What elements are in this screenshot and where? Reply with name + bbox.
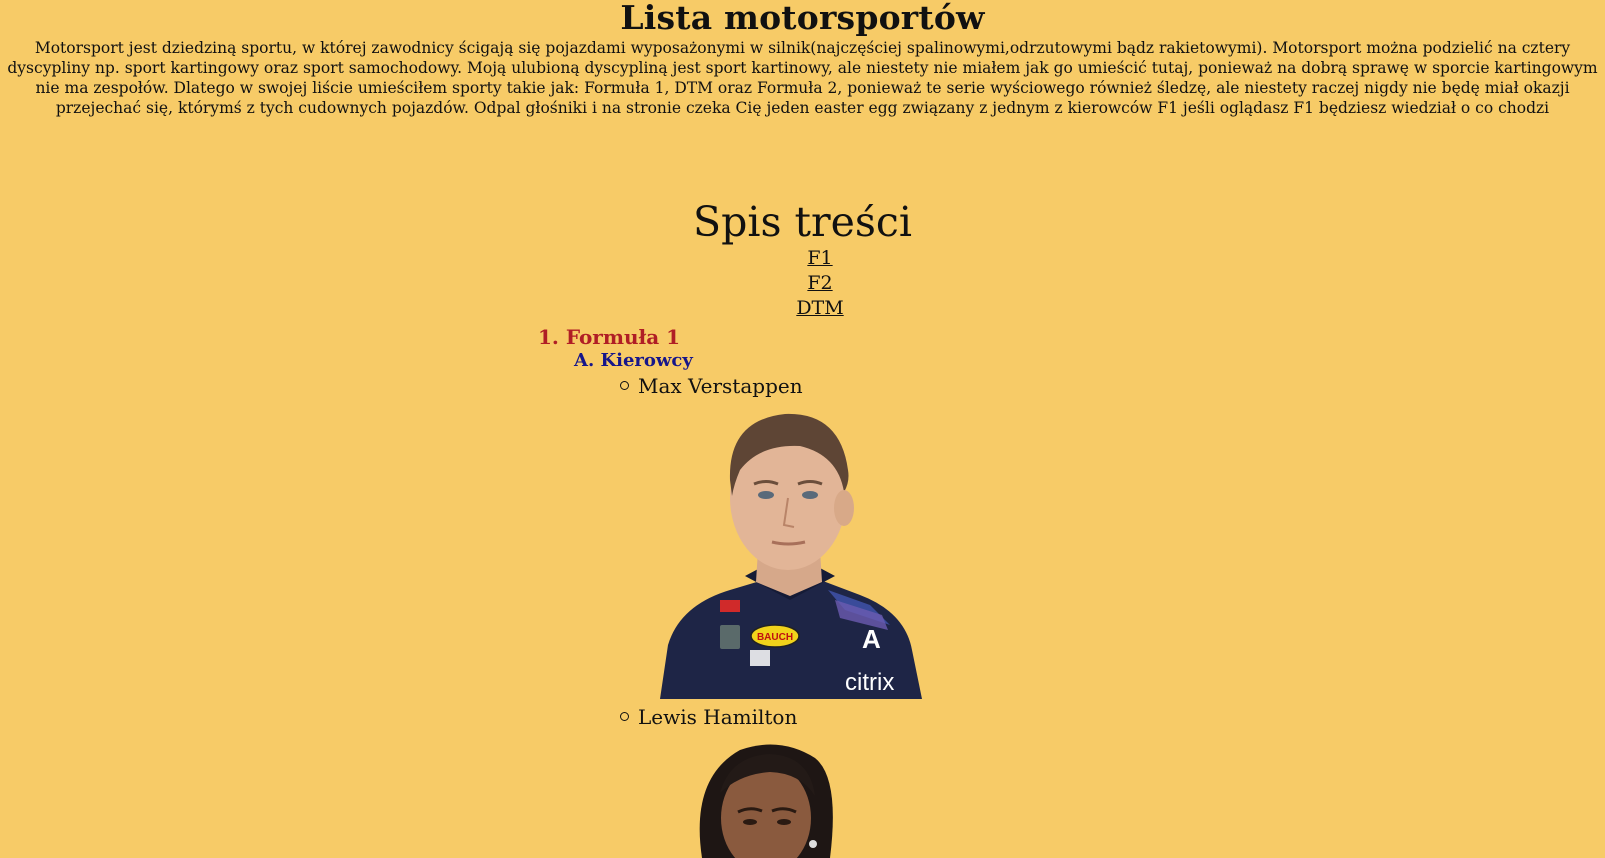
driver-photo-hamilton	[680, 738, 860, 858]
subheading-drivers: A. Kierowcy	[574, 350, 693, 371]
driver-portrait-image	[699, 744, 833, 858]
svg-text:A: A	[862, 624, 881, 654]
intro-paragraph: Motorsport jest dziedziną sportu, w któr…	[7, 39, 1598, 117]
circle-bullet-icon	[620, 381, 629, 390]
toc-link-dtm[interactable]: DTM	[720, 296, 920, 321]
section-heading-formula-1: 1. Formuła 1	[538, 325, 681, 349]
toc-link-f2[interactable]: F2	[720, 271, 920, 296]
svg-text:citrix: citrix	[845, 669, 894, 696]
page-title: Lista motorsportów	[620, 0, 985, 37]
toc-links: F1 F2 DTM	[720, 246, 920, 321]
driver-portrait-image: BAUCH A citrix	[660, 413, 922, 699]
toc-link-f1[interactable]: F1	[720, 246, 920, 271]
driver-list-item: Max Verstappen	[620, 373, 803, 399]
page: Lista motorsportów Motorsport jest dzied…	[0, 0, 1605, 858]
driver-name: Lewis Hamilton	[638, 705, 798, 729]
circle-bullet-icon	[620, 712, 629, 721]
toc-title: Spis treści	[693, 198, 912, 246]
driver-list-item: Lewis Hamilton	[620, 704, 797, 730]
driver-photo-verstappen: BAUCH A citrix	[660, 400, 927, 699]
driver-name: Max Verstappen	[638, 374, 803, 398]
svg-text:BAUCH: BAUCH	[757, 632, 793, 643]
